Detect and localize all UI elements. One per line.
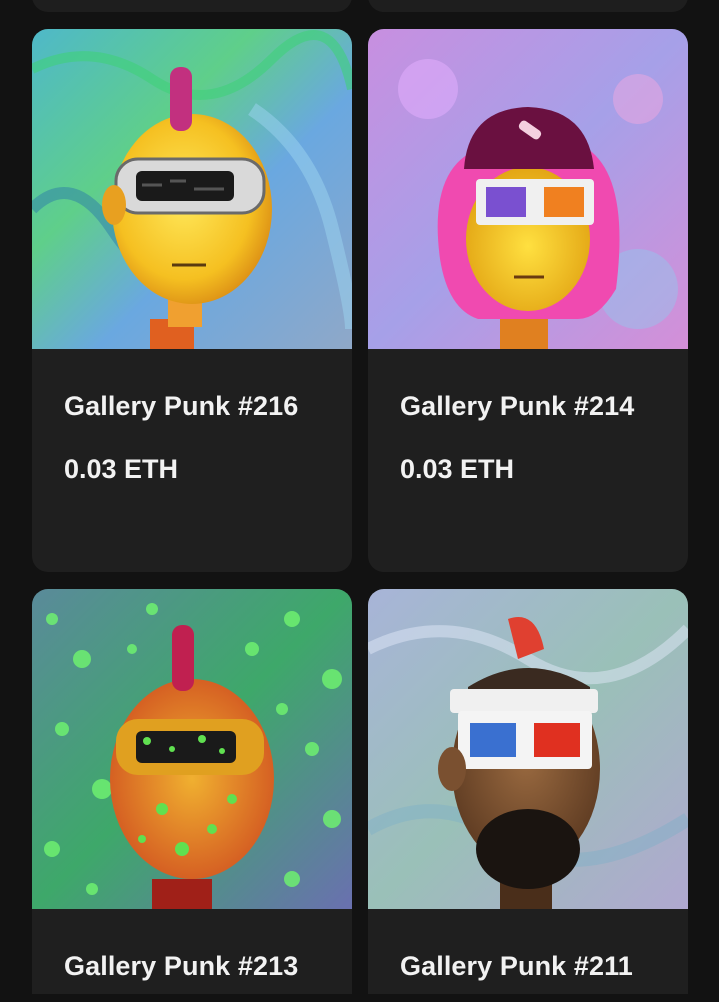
nft-image[interactable] <box>32 589 352 909</box>
nft-card[interactable]: Gallery Punk #214 0.03 ETH <box>368 29 688 572</box>
nft-gallery-grid: Gallery Punk #216 0.03 ETH Gallery Punk … <box>0 0 719 1002</box>
nft-price: 0.03 ETH <box>400 454 515 484</box>
viewport-bottom-edge <box>0 994 719 1002</box>
nft-title[interactable]: Gallery Punk #216 <box>64 391 298 422</box>
nft-title[interactable]: Gallery Punk #213 <box>64 951 298 982</box>
nft-title[interactable]: Gallery Punk #211 <box>400 951 633 982</box>
nft-title[interactable]: Gallery Punk #214 <box>400 391 634 422</box>
nft-card[interactable]: Gallery Punk #213 <box>32 589 352 1002</box>
pink-hair-punk-3d-glasses-icon <box>368 29 688 349</box>
nft-image[interactable] <box>368 589 688 909</box>
nft-card[interactable]: Gallery Punk #216 0.03 ETH <box>32 29 352 572</box>
previous-card-right[interactable] <box>368 0 688 12</box>
nft-price: 0.03 ETH <box>64 454 179 484</box>
nft-image[interactable] <box>32 29 352 349</box>
orange-punk-dotted-icon <box>32 589 352 909</box>
mohawk-punk-3d-glasses-icon <box>368 589 688 909</box>
nft-card[interactable]: Gallery Punk #211 <box>368 589 688 1002</box>
nft-image[interactable] <box>368 29 688 349</box>
yellow-punk-vr-goggles-icon <box>32 29 352 349</box>
previous-card-left[interactable] <box>32 0 352 12</box>
